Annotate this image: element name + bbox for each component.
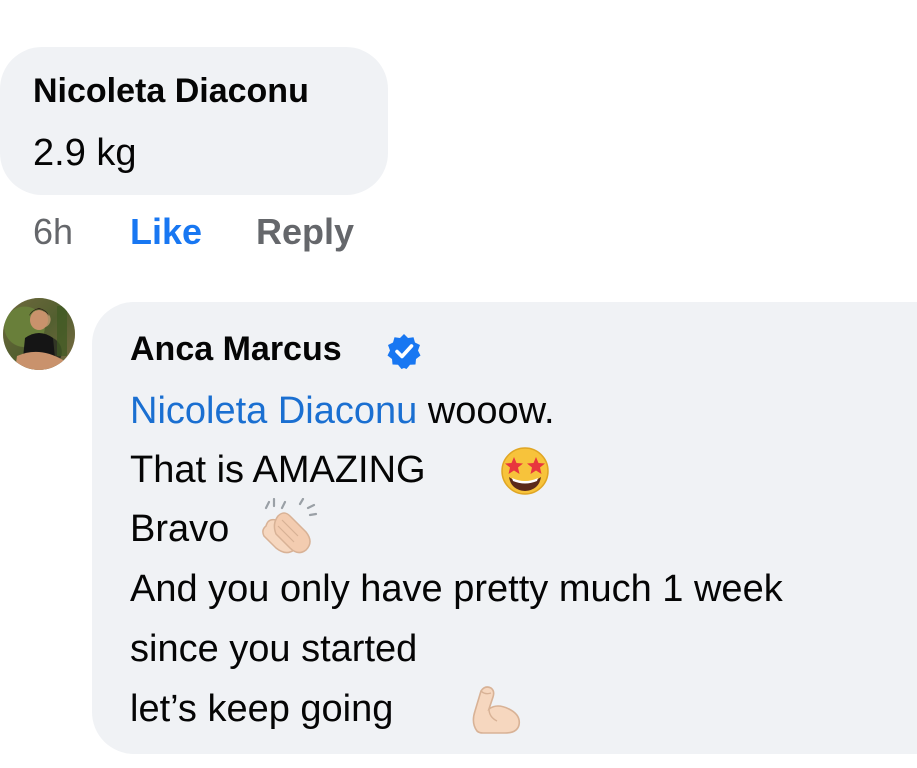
star-struck-emoji xyxy=(501,447,549,495)
verified-badge-icon xyxy=(387,334,421,369)
like-button[interactable]: Like xyxy=(130,214,202,250)
avatar[interactable] xyxy=(3,298,75,370)
avatar-image xyxy=(3,298,75,370)
comment-line-2: That is AMAZING xyxy=(130,449,426,491)
flexed-biceps-emoji xyxy=(472,686,521,734)
comment-text: 2.9 kg xyxy=(33,132,137,174)
mention-link[interactable]: Nicoleta Diaconu xyxy=(130,390,417,432)
reply-button[interactable]: Reply xyxy=(256,214,354,250)
comment-line-4: And you only have pretty much 1 week xyxy=(130,568,783,610)
comment-line-3: Bravo xyxy=(130,508,230,550)
comment-line-1: Nicoleta Diaconu wooow. xyxy=(130,392,555,430)
comment-author-name[interactable]: Anca Marcus xyxy=(130,332,342,366)
comment-text: wooow. xyxy=(417,390,555,432)
comment-line-5: since you started xyxy=(130,628,418,670)
comment-line-6: let’s keep going xyxy=(130,688,394,730)
comment-thread: Nicoleta Diaconu 2.9 kg 6h Like Reply An… xyxy=(0,0,917,768)
comment-author-name[interactable]: Nicoleta Diaconu xyxy=(33,74,309,108)
comment-timestamp[interactable]: 6h xyxy=(33,214,73,250)
clapping-hands-emoji xyxy=(262,498,318,554)
